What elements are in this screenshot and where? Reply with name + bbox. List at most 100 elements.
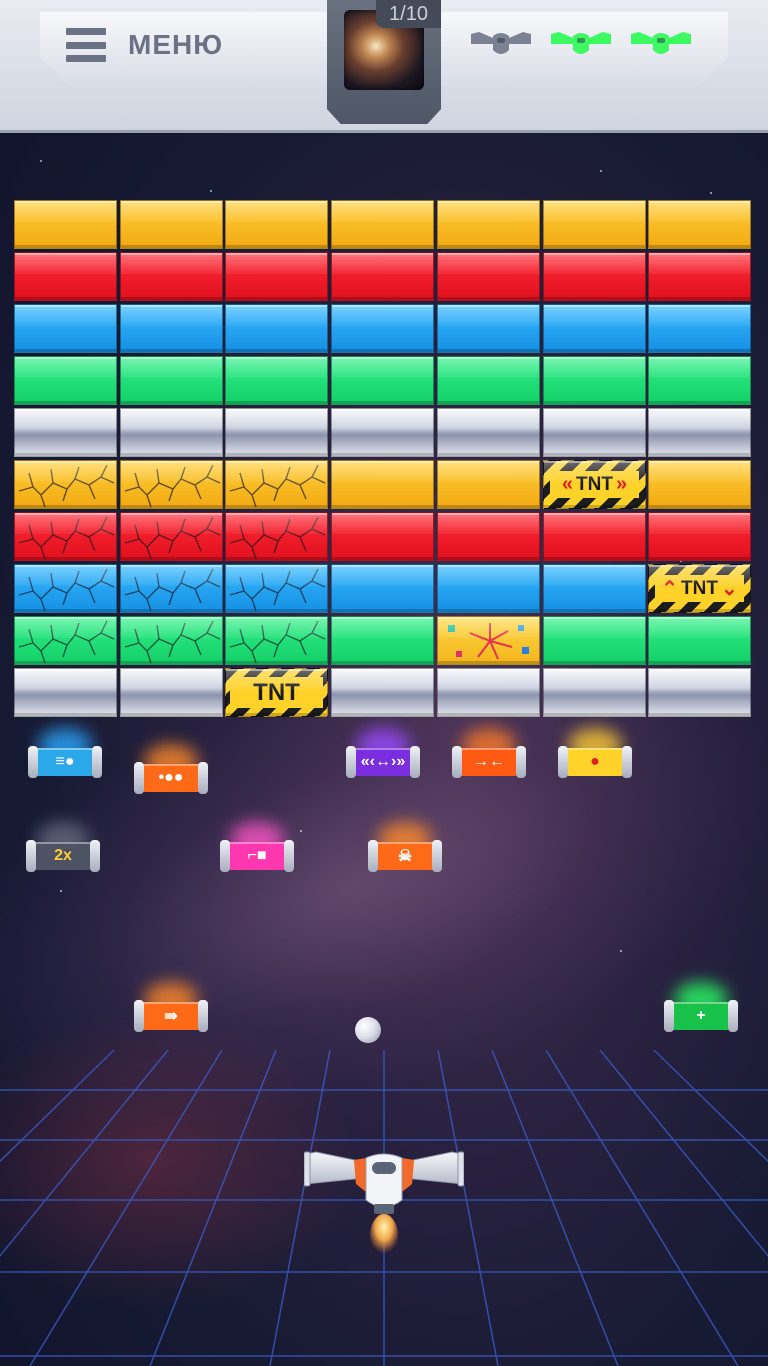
star [620,950,622,952]
cracked-green-brick [14,616,117,665]
metal-brick [120,668,223,717]
green-brick [543,616,646,665]
cracked-yellow-brick [120,460,223,509]
blue-brick [120,304,223,353]
skull-powerup: ☠ [368,822,442,876]
tnt-brick: «TNT» [543,460,646,509]
metal-brick [437,668,540,717]
yellow-brick [648,200,751,249]
multi-ball-icon: •●● [158,769,184,786]
blue-brick [648,304,751,353]
fast-ball-powerup: ≡● [28,728,102,782]
green-brick [14,356,117,405]
metal-brick [437,408,540,457]
paddle-ship[interactable] [304,1148,464,1258]
fire-ball-icon: ● [590,753,600,770]
green-brick [648,616,751,665]
rocket-powerup: ⇛ [134,982,208,1036]
metal-brick [225,408,328,457]
blue-brick [437,304,540,353]
cracked-blue-brick [225,564,328,613]
yellow-brick [331,460,434,509]
tnt-label: TNT [576,473,613,495]
red-brick [225,252,328,301]
fire-ball-powerup: ● [558,728,632,782]
multi-ball-powerup: •●● [134,744,208,798]
green-brick [437,356,540,405]
metal-brick [331,408,434,457]
red-brick [120,252,223,301]
red-brick [331,252,434,301]
star [600,170,602,172]
cracked-blue-brick [120,564,223,613]
ship-life-icon [631,30,691,60]
skull-icon: ☠ [397,848,413,865]
blue-brick [14,304,117,353]
red-brick [648,252,751,301]
expand-paddle-icon: «‹↔›» [360,753,406,770]
yellow-brick [543,200,646,249]
green-brick [331,356,434,405]
yellow-brick [437,200,540,249]
metal-brick [648,668,751,717]
red-brick [331,512,434,561]
blue-brick [543,304,646,353]
star [40,160,42,162]
star [710,192,712,194]
blue-brick [543,564,646,613]
laser-gun-powerup: ⌐■ [220,822,294,876]
ship-life-icon [471,30,531,60]
cracked-yellow-brick [14,460,117,509]
shrink-paddle-powerup: →← [452,728,526,782]
star [300,830,302,832]
cracked-green-brick [120,616,223,665]
tnt-label: TNT [681,577,718,599]
cracked-red-brick [14,512,117,561]
green-brick [543,356,646,405]
menu-label: МЕНЮ [128,29,224,60]
cracked-red-brick [225,512,328,561]
laser-gun-icon: ⌐■ [247,847,267,864]
metal-brick [14,408,117,457]
menu-button[interactable]: МЕНЮ [66,26,223,64]
red-brick [437,252,540,301]
yellow-brick [120,200,223,249]
green-brick [331,616,434,665]
red-brick [648,512,751,561]
ball [355,1017,381,1043]
blue-brick [225,304,328,353]
metal-brick [543,668,646,717]
red-brick [543,252,646,301]
brick-field: «TNT» ⌃ TNT ⌄ TNT [14,200,754,720]
extra-life-icon: + [696,1007,706,1024]
yellow-brick [331,200,434,249]
ship-life-icon [551,30,611,60]
red-brick [14,252,117,301]
yellow-brick [437,460,540,509]
cracked-green-brick [225,616,328,665]
bonus-brick [437,616,540,665]
cracked-yellow-brick [225,460,328,509]
tnt-label: TNT [253,678,300,706]
rocket-icon: ⇛ [164,1008,178,1025]
extra-life-powerup: + [664,982,738,1036]
double-score-icon: 2x [54,847,72,864]
double-score-powerup: 2x [26,822,100,876]
hamburger-icon [66,28,106,62]
blue-brick [437,564,540,613]
yellow-brick [648,460,751,509]
metal-brick [648,408,751,457]
red-brick [437,512,540,561]
tnt-brick: ⌃ TNT ⌄ [648,564,751,613]
shrink-paddle-icon: →← [473,753,505,770]
red-brick [543,512,646,561]
metal-brick [543,408,646,457]
star [210,190,212,192]
metal-brick [331,668,434,717]
blue-brick [331,564,434,613]
yellow-brick [14,200,117,249]
metal-brick [14,668,117,717]
metal-brick [120,408,223,457]
green-brick [225,356,328,405]
blue-brick [331,304,434,353]
